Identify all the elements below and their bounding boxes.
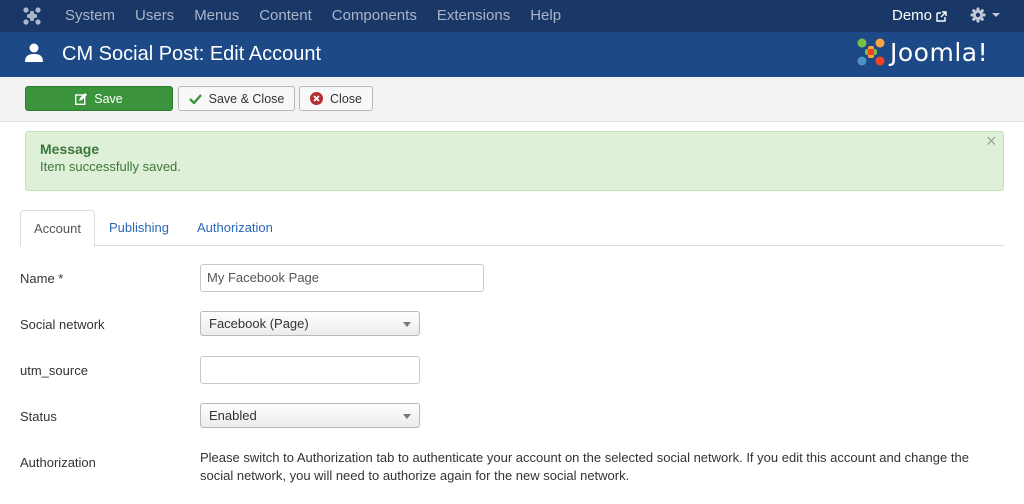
dropdown-arrow-icon	[403, 322, 411, 327]
authorization-label: Authorization	[20, 455, 96, 470]
chevron-down-icon	[992, 13, 1000, 17]
main-menu: System Users Menus Content Components Ex…	[65, 0, 581, 32]
joomla-brand-text: Joomla!	[890, 37, 989, 67]
menu-users[interactable]: Users	[135, 0, 174, 32]
menu-components[interactable]: Components	[332, 0, 417, 32]
utm-source-label: utm_source	[20, 363, 88, 378]
edit-icon	[75, 92, 88, 105]
gear-icon	[970, 7, 986, 23]
close-button[interactable]: Close	[299, 86, 373, 111]
name-field[interactable]: My Facebook Page	[200, 264, 484, 292]
cancel-circle-icon	[310, 92, 324, 105]
utm-source-field[interactable]	[200, 356, 420, 384]
tab-authorization[interactable]: Authorization	[184, 210, 286, 246]
status-select[interactable]: Enabled	[200, 403, 420, 428]
menu-menus[interactable]: Menus	[194, 0, 239, 32]
message-heading: Message	[40, 141, 100, 157]
page-title: CM Social Post: Edit Account	[62, 43, 322, 65]
site-link-label: Demo	[892, 7, 933, 24]
tab-publishing[interactable]: Publishing	[96, 210, 182, 246]
save-close-button[interactable]: Save & Close	[178, 86, 295, 111]
joomla-brand-icon	[857, 38, 885, 66]
user-icon	[25, 43, 43, 66]
close-icon[interactable]: ×	[986, 132, 997, 150]
success-message: Message Item successfully saved. ×	[25, 131, 1004, 191]
tab-account[interactable]: Account	[20, 210, 95, 247]
save-button[interactable]: Save	[25, 86, 173, 111]
site-link[interactable]: Demo	[892, 0, 947, 32]
joomla-logo-icon[interactable]	[22, 6, 42, 26]
save-close-button-label: Save & Close	[208, 91, 285, 106]
close-button-label: Close	[330, 91, 362, 106]
menu-extensions[interactable]: Extensions	[437, 0, 510, 32]
check-icon	[188, 94, 202, 104]
social-network-label: Social network	[20, 317, 105, 332]
name-label: Name *	[20, 271, 64, 286]
settings-menu[interactable]	[970, 7, 1000, 23]
social-network-value: Facebook (Page)	[209, 316, 309, 331]
status-value: Enabled	[209, 408, 257, 423]
page-header: CM Social Post: Edit Account Joomla!	[0, 32, 1024, 77]
status-label: Status	[20, 409, 57, 424]
save-button-label: Save	[94, 91, 123, 106]
message-text: Item successfully saved.	[40, 159, 181, 174]
top-navbar: System Users Menus Content Components Ex…	[0, 0, 1024, 32]
menu-system[interactable]: System	[65, 0, 115, 32]
menu-help[interactable]: Help	[530, 0, 561, 32]
menu-content[interactable]: Content	[259, 0, 312, 32]
social-network-select[interactable]: Facebook (Page)	[200, 311, 420, 336]
tab-bar: Account Publishing Authorization	[20, 210, 1004, 247]
joomla-brand: Joomla!	[856, 37, 988, 67]
authorization-help-text: Please switch to Authorization tab to au…	[200, 450, 969, 483]
toolbar: Save Save & Close Close	[0, 77, 1024, 122]
dropdown-arrow-icon	[403, 414, 411, 419]
external-link-icon	[936, 10, 947, 22]
